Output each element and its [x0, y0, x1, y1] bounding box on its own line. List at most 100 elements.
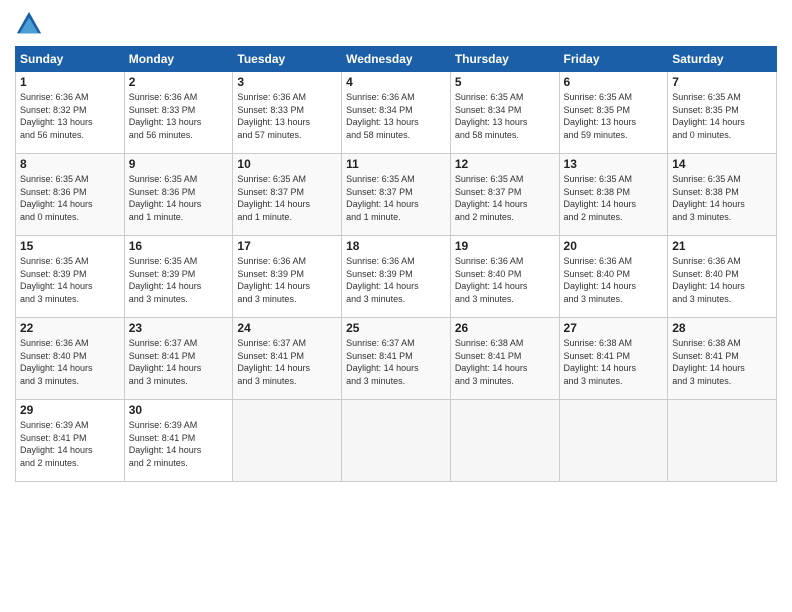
day-number: 29 — [20, 403, 120, 417]
day-number: 18 — [346, 239, 446, 253]
cell-info: Sunrise: 6:35 AM Sunset: 8:34 PM Dayligh… — [455, 91, 555, 141]
day-number: 30 — [129, 403, 229, 417]
day-number: 3 — [237, 75, 337, 89]
calendar-cell: 4 Sunrise: 6:36 AM Sunset: 8:34 PM Daylig… — [342, 72, 451, 154]
calendar-week-row: 22Sunrise: 6:36 AM Sunset: 8:40 PM Dayli… — [16, 318, 777, 400]
calendar-cell: 11 Sunrise: 6:35 AM Sunset: 8:37 PM Dayli… — [342, 154, 451, 236]
day-number: 5 — [455, 75, 555, 89]
cell-info: Sunrise: 6:39 AM Sunset: 8:41 PM Dayligh… — [20, 419, 120, 469]
cell-info: Sunrise: 6:35 AM Sunset: 8:36 PM Dayligh… — [20, 173, 120, 223]
calendar-cell: 7 Sunrise: 6:35 AM Sunset: 8:35 PM Daylig… — [668, 72, 777, 154]
calendar-cell: 13 Sunrise: 6:35 AM Sunset: 8:38 PM Dayli… — [559, 154, 668, 236]
cell-info: Sunrise: 6:36 AM Sunset: 8:32 PM Dayligh… — [20, 91, 120, 141]
logo-icon — [15, 10, 43, 38]
day-number: 24 — [237, 321, 337, 335]
cell-info: Sunrise: 6:35 AM Sunset: 8:38 PM Dayligh… — [672, 173, 772, 223]
calendar-cell: 28Sunrise: 6:38 AM Sunset: 8:41 PM Dayli… — [668, 318, 777, 400]
calendar-cell: 1 Sunrise: 6:36 AM Sunset: 8:32 PM Daylig… — [16, 72, 125, 154]
cell-info: Sunrise: 6:35 AM Sunset: 8:39 PM Dayligh… — [129, 255, 229, 305]
day-number: 10 — [237, 157, 337, 171]
cell-info: Sunrise: 6:35 AM Sunset: 8:35 PM Dayligh… — [672, 91, 772, 141]
cell-info: Sunrise: 6:36 AM Sunset: 8:33 PM Dayligh… — [129, 91, 229, 141]
day-number: 1 — [20, 75, 120, 89]
calendar-cell: 15Sunrise: 6:35 AM Sunset: 8:39 PM Dayli… — [16, 236, 125, 318]
calendar-cell: 9Sunrise: 6:35 AM Sunset: 8:36 PM Daylig… — [124, 154, 233, 236]
day-number: 11 — [346, 157, 446, 171]
calendar-cell: 6 Sunrise: 6:35 AM Sunset: 8:35 PM Daylig… — [559, 72, 668, 154]
calendar-week-row: 8 Sunrise: 6:35 AM Sunset: 8:36 PM Daylig… — [16, 154, 777, 236]
day-number: 17 — [237, 239, 337, 253]
cell-info: Sunrise: 6:35 AM Sunset: 8:37 PM Dayligh… — [346, 173, 446, 223]
calendar-cell: 26 Sunrise: 6:38 AM Sunset: 8:41 PM Dayli… — [450, 318, 559, 400]
calendar-cell: 29 Sunrise: 6:39 AM Sunset: 8:41 PM Dayli… — [16, 400, 125, 482]
day-number: 2 — [129, 75, 229, 89]
weekday-header: Saturday — [668, 47, 777, 72]
day-number: 16 — [129, 239, 229, 253]
cell-info: Sunrise: 6:35 AM Sunset: 8:37 PM Dayligh… — [237, 173, 337, 223]
calendar-cell: 5 Sunrise: 6:35 AM Sunset: 8:34 PM Daylig… — [450, 72, 559, 154]
day-number: 6 — [564, 75, 664, 89]
day-number: 9 — [129, 157, 229, 171]
day-number: 8 — [20, 157, 120, 171]
calendar-cell: 27Sunrise: 6:38 AM Sunset: 8:41 PM Dayli… — [559, 318, 668, 400]
day-number: 26 — [455, 321, 555, 335]
header — [15, 10, 777, 38]
day-number: 13 — [564, 157, 664, 171]
cell-info: Sunrise: 6:36 AM Sunset: 8:39 PM Dayligh… — [237, 255, 337, 305]
cell-info: Sunrise: 6:36 AM Sunset: 8:40 PM Dayligh… — [564, 255, 664, 305]
calendar-week-row: 15Sunrise: 6:35 AM Sunset: 8:39 PM Dayli… — [16, 236, 777, 318]
cell-info: Sunrise: 6:39 AM Sunset: 8:41 PM Dayligh… — [129, 419, 229, 469]
cell-info: Sunrise: 6:35 AM Sunset: 8:35 PM Dayligh… — [564, 91, 664, 141]
day-number: 19 — [455, 239, 555, 253]
logo — [15, 10, 47, 38]
day-number: 27 — [564, 321, 664, 335]
calendar-body: 1 Sunrise: 6:36 AM Sunset: 8:32 PM Daylig… — [16, 72, 777, 482]
calendar-header-row: SundayMondayTuesdayWednesdayThursdayFrid… — [16, 47, 777, 72]
calendar-table: SundayMondayTuesdayWednesdayThursdayFrid… — [15, 46, 777, 482]
day-number: 12 — [455, 157, 555, 171]
day-number: 14 — [672, 157, 772, 171]
calendar-cell: 23Sunrise: 6:37 AM Sunset: 8:41 PM Dayli… — [124, 318, 233, 400]
day-number: 4 — [346, 75, 446, 89]
calendar-cell — [668, 400, 777, 482]
cell-info: Sunrise: 6:35 AM Sunset: 8:39 PM Dayligh… — [20, 255, 120, 305]
day-number: 22 — [20, 321, 120, 335]
calendar-cell: 16 Sunrise: 6:35 AM Sunset: 8:39 PM Dayli… — [124, 236, 233, 318]
cell-info: Sunrise: 6:35 AM Sunset: 8:38 PM Dayligh… — [564, 173, 664, 223]
calendar-cell — [233, 400, 342, 482]
calendar-cell: 12 Sunrise: 6:35 AM Sunset: 8:37 PM Dayli… — [450, 154, 559, 236]
calendar-cell: 17 Sunrise: 6:36 AM Sunset: 8:39 PM Dayli… — [233, 236, 342, 318]
calendar-cell: 21 Sunrise: 6:36 AM Sunset: 8:40 PM Dayli… — [668, 236, 777, 318]
cell-info: Sunrise: 6:36 AM Sunset: 8:39 PM Dayligh… — [346, 255, 446, 305]
page: SundayMondayTuesdayWednesdayThursdayFrid… — [0, 0, 792, 612]
cell-info: Sunrise: 6:36 AM Sunset: 8:33 PM Dayligh… — [237, 91, 337, 141]
calendar-cell — [559, 400, 668, 482]
cell-info: Sunrise: 6:36 AM Sunset: 8:40 PM Dayligh… — [672, 255, 772, 305]
cell-info: Sunrise: 6:37 AM Sunset: 8:41 PM Dayligh… — [346, 337, 446, 387]
calendar-cell: 2 Sunrise: 6:36 AM Sunset: 8:33 PM Daylig… — [124, 72, 233, 154]
calendar-cell: 14 Sunrise: 6:35 AM Sunset: 8:38 PM Dayli… — [668, 154, 777, 236]
calendar-week-row: 29 Sunrise: 6:39 AM Sunset: 8:41 PM Dayli… — [16, 400, 777, 482]
calendar-week-row: 1 Sunrise: 6:36 AM Sunset: 8:32 PM Daylig… — [16, 72, 777, 154]
calendar-cell: 25Sunrise: 6:37 AM Sunset: 8:41 PM Dayli… — [342, 318, 451, 400]
calendar-cell: 24 Sunrise: 6:37 AM Sunset: 8:41 PM Dayli… — [233, 318, 342, 400]
weekday-header: Monday — [124, 47, 233, 72]
weekday-header: Sunday — [16, 47, 125, 72]
calendar-cell: 19 Sunrise: 6:36 AM Sunset: 8:40 PM Dayli… — [450, 236, 559, 318]
calendar-cell — [450, 400, 559, 482]
day-number: 7 — [672, 75, 772, 89]
weekday-header: Wednesday — [342, 47, 451, 72]
cell-info: Sunrise: 6:38 AM Sunset: 8:41 PM Dayligh… — [455, 337, 555, 387]
calendar-cell: 22Sunrise: 6:36 AM Sunset: 8:40 PM Dayli… — [16, 318, 125, 400]
calendar-cell: 18 Sunrise: 6:36 AM Sunset: 8:39 PM Dayli… — [342, 236, 451, 318]
cell-info: Sunrise: 6:35 AM Sunset: 8:37 PM Dayligh… — [455, 173, 555, 223]
calendar-cell: 8 Sunrise: 6:35 AM Sunset: 8:36 PM Daylig… — [16, 154, 125, 236]
day-number: 20 — [564, 239, 664, 253]
cell-info: Sunrise: 6:37 AM Sunset: 8:41 PM Dayligh… — [237, 337, 337, 387]
cell-info: Sunrise: 6:36 AM Sunset: 8:34 PM Dayligh… — [346, 91, 446, 141]
calendar-cell: 30 Sunrise: 6:39 AM Sunset: 8:41 PM Dayli… — [124, 400, 233, 482]
cell-info: Sunrise: 6:37 AM Sunset: 8:41 PM Dayligh… — [129, 337, 229, 387]
day-number: 21 — [672, 239, 772, 253]
calendar-cell — [342, 400, 451, 482]
cell-info: Sunrise: 6:36 AM Sunset: 8:40 PM Dayligh… — [455, 255, 555, 305]
